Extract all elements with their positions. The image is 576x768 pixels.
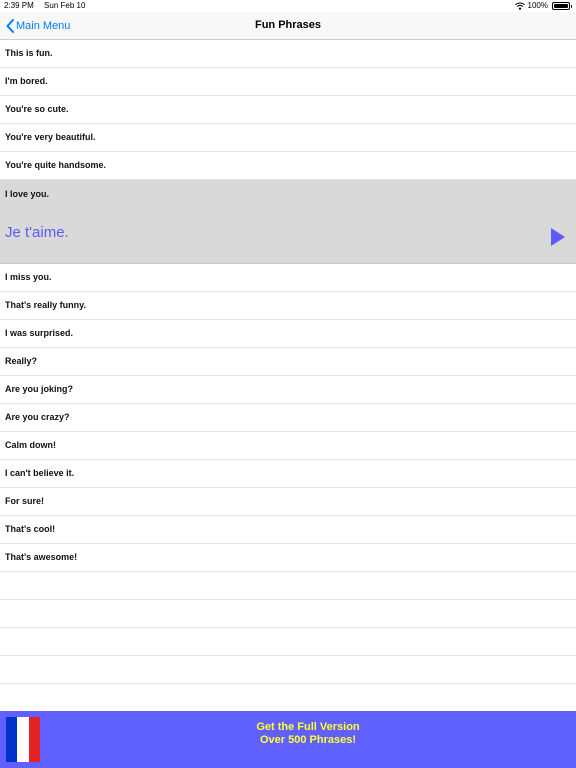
selected-phrase-row[interactable]: I love you. Je t'aime. [0, 180, 576, 264]
navigation-bar: Main Menu Fun Phrases [0, 12, 576, 40]
phrase-row[interactable]: I'm bored. [0, 68, 576, 96]
phrase-label: You're so cute. [5, 104, 69, 114]
empty-row [0, 628, 576, 656]
phrase-row[interactable]: That's really funny. [0, 292, 576, 320]
phrase-label: You're quite handsome. [5, 160, 106, 170]
promo-line-2: Over 500 Phrases! [259, 734, 356, 746]
phrase-list: This is fun. I'm bored. You're so cute. … [0, 40, 576, 684]
phrase-label: I was surprised. [5, 328, 74, 338]
phrase-row[interactable]: I miss you. [0, 264, 576, 292]
status-date: Sun Feb 10 [44, 1, 86, 10]
selected-phrase-label: I love you. [5, 189, 50, 199]
phrase-label: This is fun. [5, 48, 53, 58]
phrase-label: I'm bored. [5, 76, 48, 86]
wifi-icon [514, 2, 525, 10]
phrase-row[interactable]: I can't believe it. [0, 460, 576, 488]
battery-percent: 100% [527, 1, 548, 10]
back-button-label: Main Menu [16, 19, 71, 32]
phrase-label: Calm down! [5, 440, 56, 450]
chevron-left-icon [6, 18, 14, 33]
phrase-label: Are you joking? [5, 384, 74, 394]
phrase-row[interactable]: That's cool! [0, 516, 576, 544]
phrase-row[interactable]: For sure! [0, 488, 576, 516]
full-version-banner[interactable]: Get the Full Version Over 500 Phrases! [0, 711, 576, 768]
empty-row [0, 600, 576, 628]
promo-text: Get the Full Version Over 500 Phrases! [40, 721, 576, 747]
phrase-label: That's cool! [5, 524, 56, 534]
status-left: 2:39 PM Sun Feb 10 [4, 0, 85, 12]
empty-row [0, 572, 576, 600]
phrase-label: I miss you. [5, 272, 52, 282]
phrase-row[interactable]: Are you joking? [0, 376, 576, 404]
phrase-row[interactable]: Really? [0, 348, 576, 376]
phrase-label: You're very beautiful. [5, 132, 96, 142]
phrase-row[interactable]: This is fun. [0, 40, 576, 68]
promo-line-1: Get the Full Version [256, 721, 360, 733]
back-button[interactable]: Main Menu [6, 12, 70, 39]
status-right: 100% [514, 0, 572, 12]
french-flag-icon [6, 717, 40, 762]
translation-text: Je t'aime. [5, 224, 69, 241]
phrase-row[interactable]: You're very beautiful. [0, 124, 576, 152]
play-audio-button[interactable] [550, 228, 566, 246]
play-icon [551, 228, 565, 246]
phrase-row[interactable]: That's awesome! [0, 544, 576, 572]
phrase-label: For sure! [5, 496, 45, 506]
phrase-label: I can't believe it. [5, 468, 75, 478]
page-title: Fun Phrases [254, 19, 322, 31]
phrase-label: Are you crazy? [5, 412, 70, 422]
phrase-label: That's awesome! [5, 552, 78, 562]
status-bar: 2:39 PM Sun Feb 10 100% [0, 0, 576, 12]
empty-row [0, 656, 576, 684]
phrase-row[interactable]: Calm down! [0, 432, 576, 460]
status-time: 2:39 PM [4, 1, 34, 10]
phrase-label: That's really funny. [5, 300, 86, 310]
phrase-row[interactable]: You're so cute. [0, 96, 576, 124]
phrase-label: Really? [5, 356, 38, 366]
phrase-row[interactable]: Are you crazy? [0, 404, 576, 432]
battery-icon [552, 2, 572, 10]
phrase-row[interactable]: I was surprised. [0, 320, 576, 348]
phrase-row[interactable]: You're quite handsome. [0, 152, 576, 180]
